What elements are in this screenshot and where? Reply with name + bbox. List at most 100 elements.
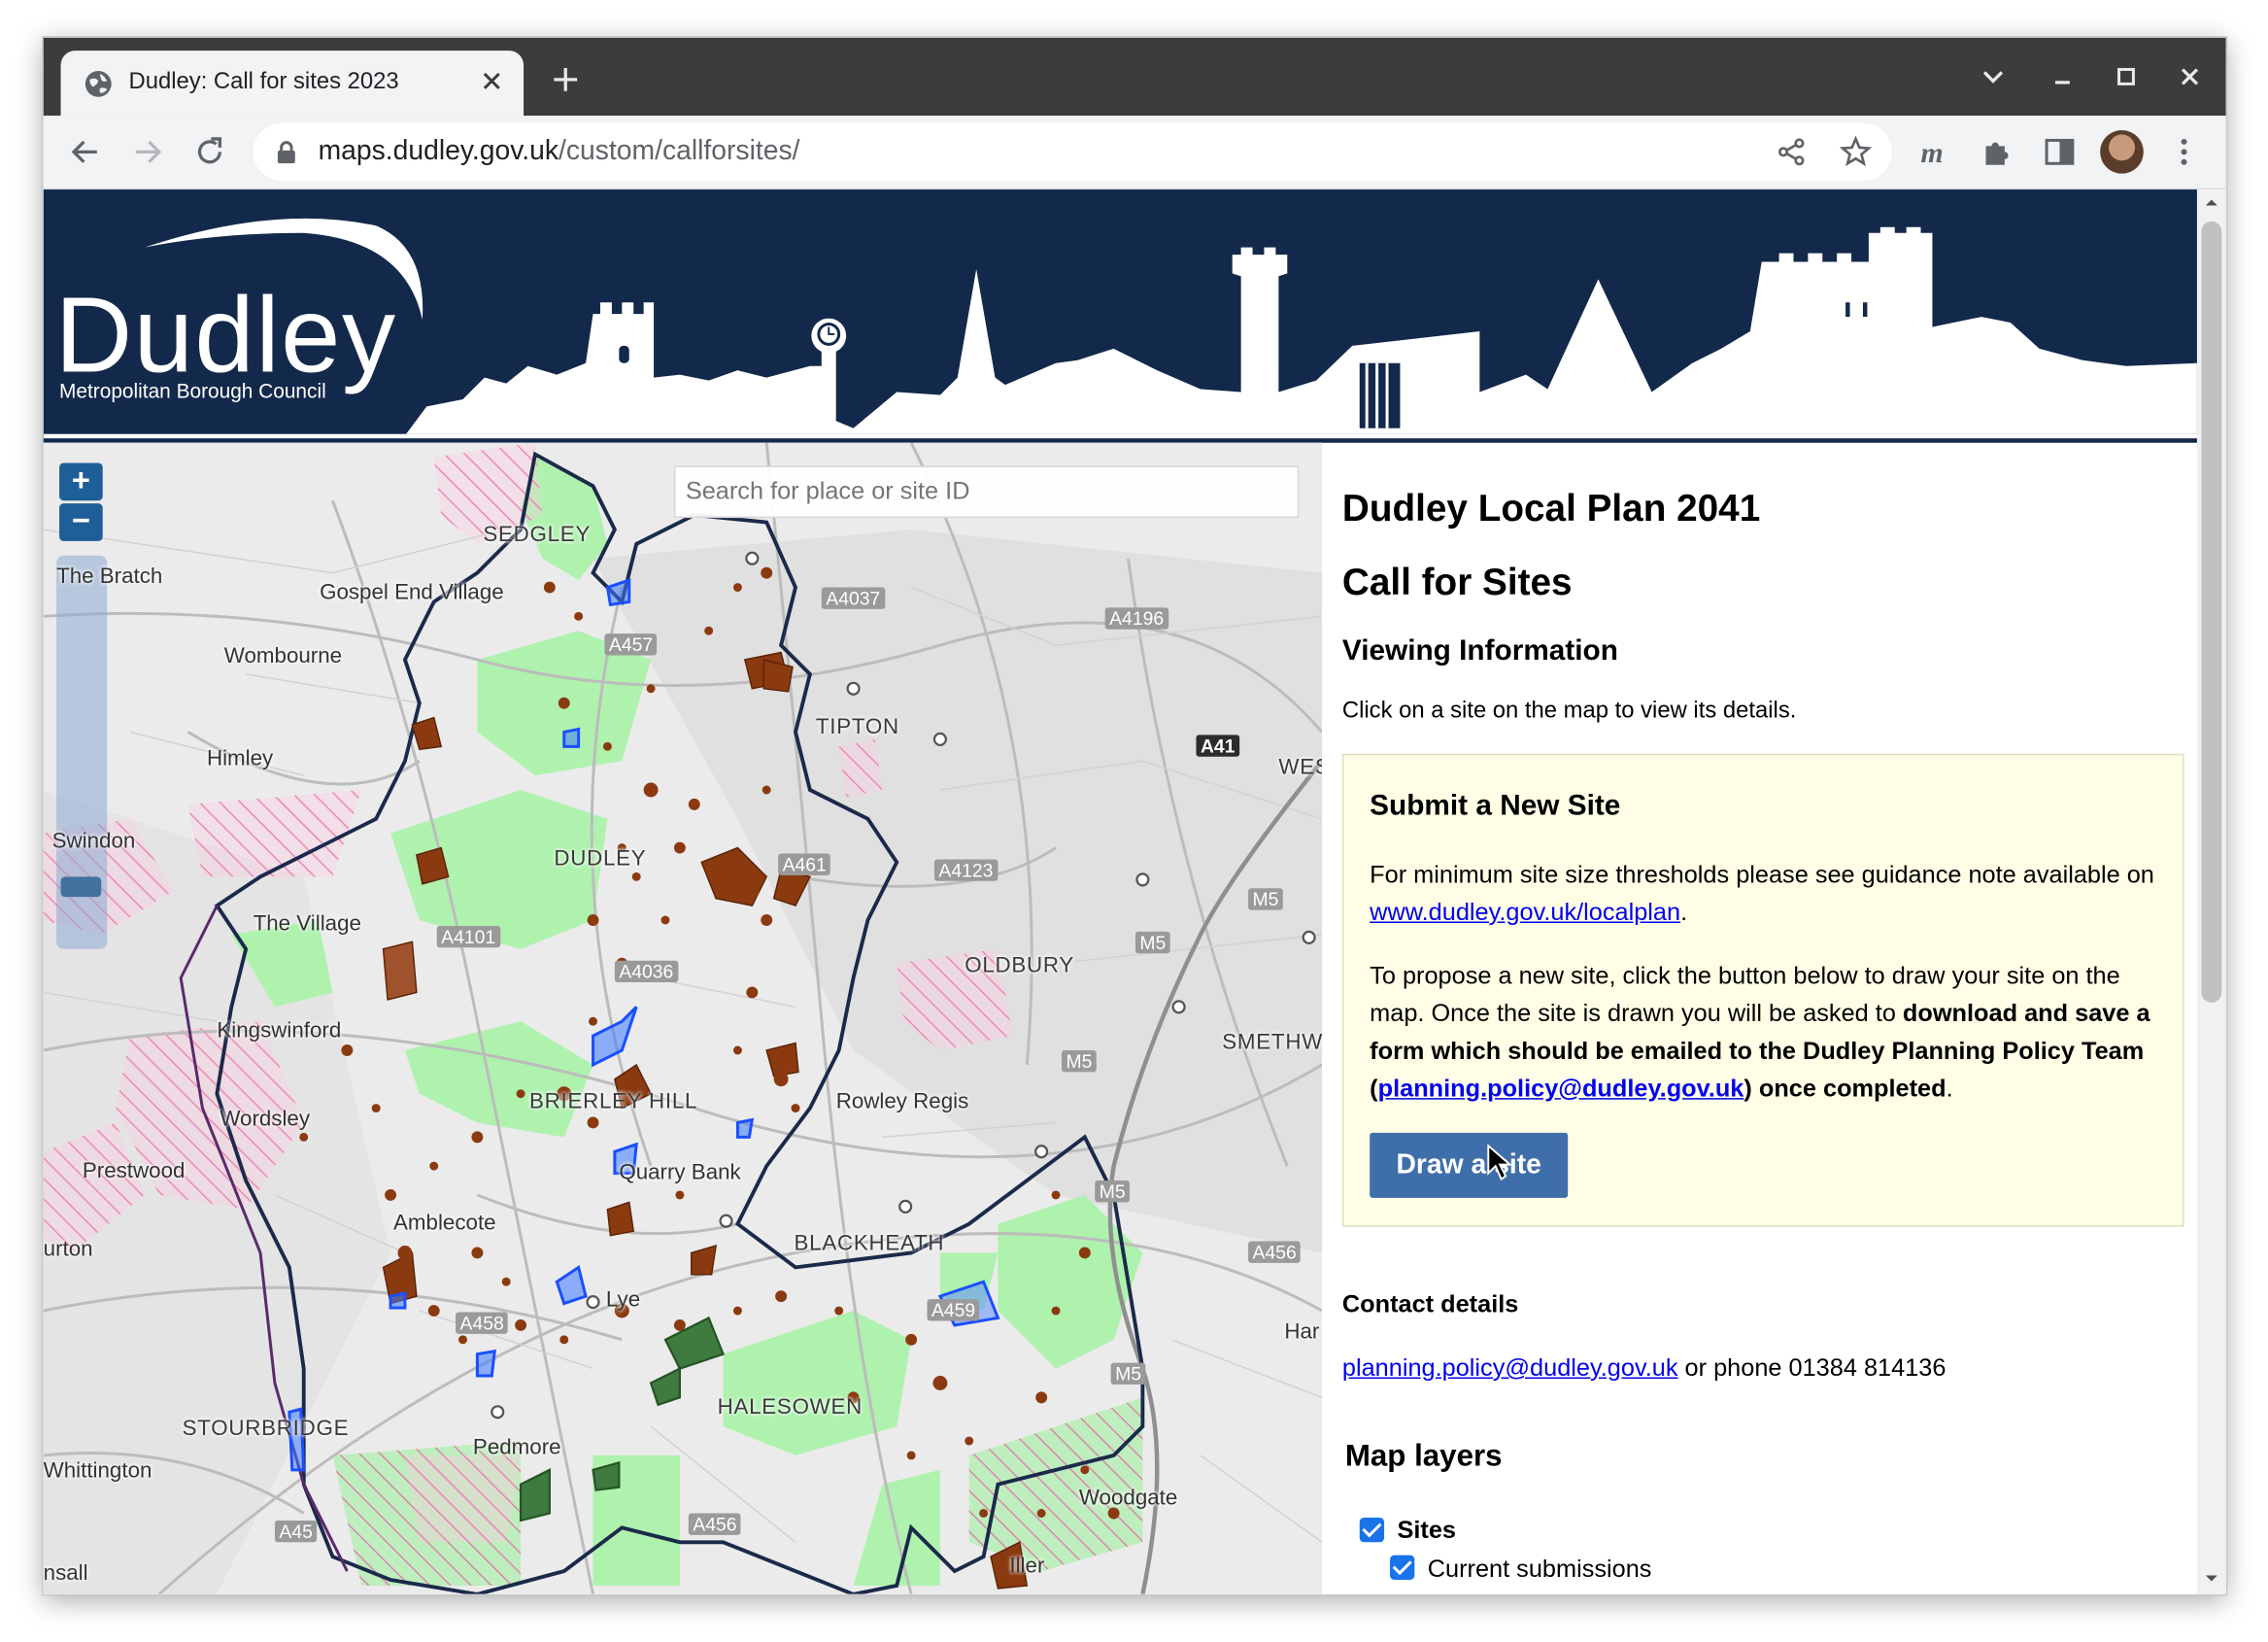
road-label: A4196 — [1104, 607, 1168, 630]
road-label: A4037 — [821, 587, 885, 609]
close-tab-icon[interactable] — [477, 66, 506, 95]
road-label: A459 — [927, 1299, 980, 1321]
map-view[interactable]: + − The Bratch Gospel End Village SEDGLE… — [43, 442, 1323, 1594]
map-label: DUDLEY — [554, 846, 647, 872]
scroll-down-icon[interactable] — [2204, 1571, 2218, 1586]
map-label: Kingswinford — [217, 1018, 342, 1043]
map-label: Rowley Regis — [835, 1089, 969, 1114]
map-label: Wombourne — [223, 643, 343, 668]
sites-layer-label: Sites — [1397, 1516, 1456, 1544]
minimize-icon[interactable] — [2044, 58, 2082, 96]
viewing-info-heading: Viewing Information — [1341, 634, 1618, 667]
map-label: Amblecote — [393, 1211, 496, 1236]
svg-text:m: m — [1921, 137, 1944, 169]
map-label: Prestwood — [82, 1158, 186, 1184]
address-bar[interactable]: maps.dudley.gov.uk/custom/callforsites/ — [253, 122, 1892, 182]
map-label: Lye — [605, 1287, 641, 1313]
road-label: M5 — [1248, 888, 1283, 910]
road-label: A4123 — [933, 859, 998, 881]
map-label: The Bratch — [56, 564, 163, 590]
road-label: A45 — [274, 1520, 318, 1543]
page-subtitle: Call for Sites — [1341, 560, 1573, 603]
new-tab-icon[interactable] — [550, 64, 582, 96]
scrollbar-thumb[interactable] — [2201, 221, 2222, 1003]
submit-site-heading: Submit a New Site — [1370, 789, 1621, 822]
road-label: A4036 — [614, 960, 678, 983]
extension-m-icon[interactable]: m — [1916, 133, 1954, 171]
profile-avatar[interactable] — [2100, 130, 2144, 174]
sites-layer-checkbox[interactable] — [1359, 1517, 1385, 1543]
banner-divider — [43, 433, 2197, 443]
page-viewport: Dudley Metropolitan Borough Council + − … — [43, 189, 2226, 1594]
contact-details: planning.policy@dudley.gov.uk or phone 0… — [1341, 1353, 1946, 1382]
localplan-link[interactable]: www.dudley.gov.uk/localplan — [1370, 899, 1680, 926]
map-label: SEDGLEY — [483, 522, 592, 547]
map-layers-heading: Map layers — [1344, 1439, 1503, 1473]
side-panel-icon[interactable] — [2041, 133, 2079, 171]
map-label: The Village — [253, 911, 361, 937]
reload-icon[interactable] — [191, 133, 229, 171]
map-label: BLACKHEATH — [794, 1231, 945, 1256]
browser-window: Dudley: Call for sites 2023 maps.dudley.… — [43, 37, 2226, 1594]
draw-site-button[interactable]: Draw a site — [1370, 1132, 1569, 1198]
map-label: Har — [1284, 1318, 1320, 1345]
road-label: A41 — [1196, 735, 1239, 757]
current-submissions-label: Current submissions — [1427, 1555, 1652, 1583]
road-label: A456 — [1248, 1241, 1302, 1263]
road-label: M5 — [1061, 1050, 1097, 1073]
planning-email-link[interactable]: planning.policy@dudley.gov.uk — [1378, 1075, 1744, 1102]
page-title: Dudley Local Plan 2041 — [1341, 486, 1761, 530]
browser-toolbar: maps.dudley.gov.uk/custom/callforsites/ … — [43, 116, 2226, 190]
map-label: Iller — [1009, 1554, 1045, 1579]
current-submissions-checkbox[interactable] — [1390, 1555, 1415, 1580]
back-icon[interactable] — [66, 133, 104, 171]
road-label: A461 — [778, 853, 831, 875]
dudley-logo-subtitle: Metropolitan Borough Council — [59, 379, 326, 402]
zoom-slider-handle[interactable] — [60, 876, 102, 898]
maximize-icon[interactable] — [2108, 58, 2146, 96]
tab-search-chevron-icon[interactable] — [1975, 58, 2013, 96]
tab-strip: Dudley: Call for sites 2023 — [43, 37, 2226, 117]
more-menu-icon[interactable] — [2165, 133, 2203, 171]
map-label: TIPTON — [815, 714, 899, 739]
dudley-logo: Dudley — [54, 274, 397, 395]
road-label: A456 — [688, 1513, 741, 1535]
browser-tab[interactable]: Dudley: Call for sites 2023 — [60, 51, 525, 117]
road-label: M5 — [1110, 1362, 1146, 1385]
draw-instructions-text: To propose a new site, click the button … — [1370, 962, 2150, 1103]
bookmark-star-icon[interactable] — [1839, 134, 1874, 169]
info-panel: Dudley Local Plan 2041 Call for Sites Vi… — [1341, 443, 2187, 1594]
lock-icon[interactable] — [276, 140, 296, 164]
tab-title: Dudley: Call for sites 2023 — [128, 69, 399, 94]
map-label: SMETHW — [1222, 1030, 1323, 1055]
forward-icon[interactable] — [129, 133, 167, 171]
map-label: nsall — [43, 1560, 88, 1586]
map-label: Wordsley — [220, 1107, 311, 1132]
close-window-icon[interactable] — [2171, 58, 2209, 96]
map-label: Whittington — [43, 1457, 152, 1484]
map-label: urton — [43, 1237, 93, 1262]
extensions-puzzle-icon[interactable] — [1979, 133, 2016, 171]
map-label: Gospel End Village — [320, 580, 504, 605]
zoom-out-button[interactable]: − — [59, 502, 103, 541]
contact-email-link[interactable]: planning.policy@dudley.gov.uk — [1342, 1354, 1678, 1382]
mouse-cursor-icon — [1487, 1144, 1513, 1180]
share-icon[interactable] — [1777, 136, 1809, 168]
map-label: Himley — [206, 746, 274, 771]
map-search-input[interactable] — [673, 465, 1300, 519]
zoom-in-button[interactable]: + — [59, 462, 103, 501]
scroll-up-icon[interactable] — [2204, 195, 2218, 210]
globe-icon — [85, 70, 112, 97]
road-label: M5 — [1134, 931, 1170, 954]
road-label: A457 — [604, 633, 658, 656]
url-text: maps.dudley.gov.uk/custom/callforsites/ — [318, 135, 800, 167]
threshold-guidance-text: For minimum site size thresholds please … — [1370, 860, 2154, 926]
site-banner: Dudley Metropolitan Borough Council — [43, 189, 2197, 443]
map-label: Swindon — [51, 829, 136, 854]
map-label: Woodgate — [1078, 1486, 1178, 1511]
map-label: Quarry Bank — [619, 1160, 741, 1185]
viewing-info-text: Click on a site on the map to view its d… — [1341, 699, 1797, 724]
submit-site-box: Submit a New Site For minimum site size … — [1341, 753, 2184, 1227]
road-label: A458 — [456, 1312, 509, 1334]
map-label: BRIERLEY HILL — [529, 1089, 698, 1114]
